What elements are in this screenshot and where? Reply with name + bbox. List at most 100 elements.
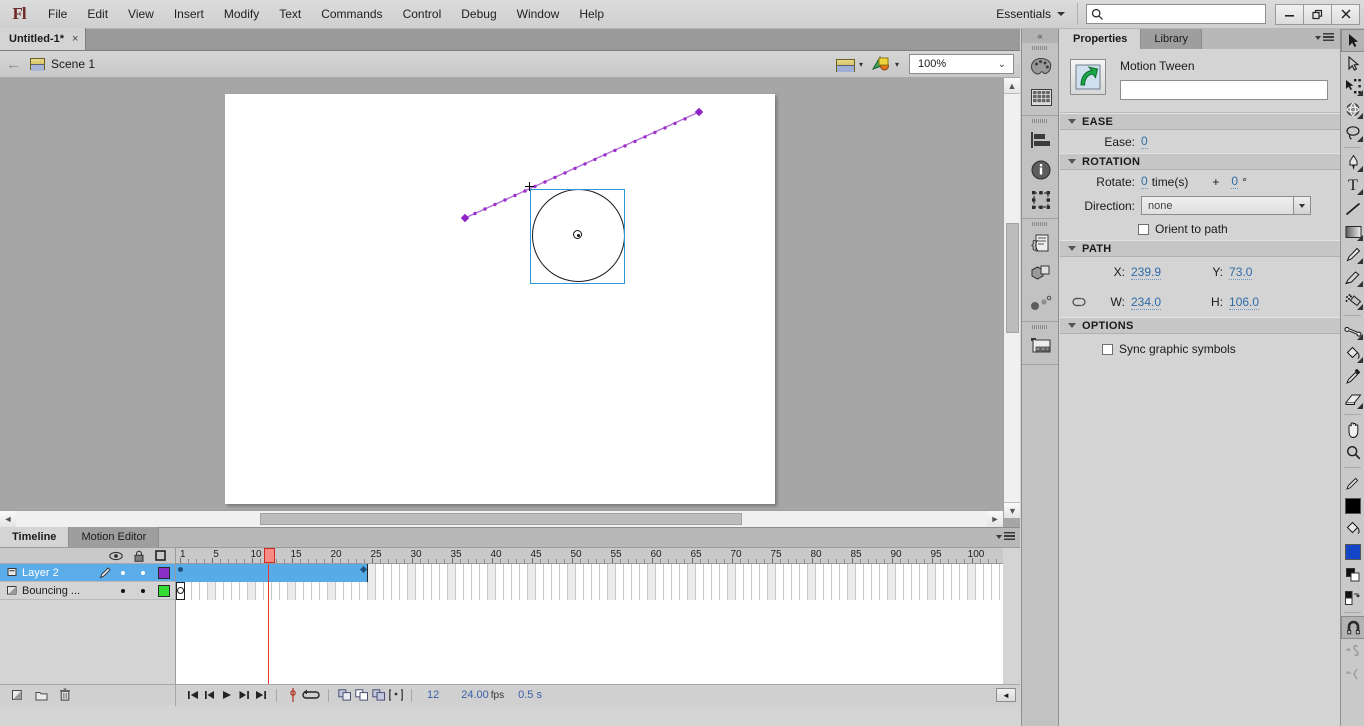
frame-cell[interactable] <box>208 582 216 600</box>
go-to-first-frame-button[interactable] <box>184 687 201 704</box>
modify-onion-markers-icon[interactable] <box>387 687 404 704</box>
stroke-color-swatch[interactable] <box>1341 494 1364 517</box>
horizontal-scroll-thumb[interactable] <box>260 513 742 525</box>
back-arrow-icon[interactable]: ← <box>6 56 21 73</box>
frame-cell[interactable] <box>976 582 984 600</box>
frame-cell[interactable] <box>424 582 432 600</box>
frame-cell[interactable] <box>832 564 840 582</box>
frame-cell[interactable] <box>536 564 544 582</box>
timeline-panel-menu-icon[interactable] <box>996 532 1015 541</box>
frame-cell[interactable] <box>840 582 848 600</box>
section-header-path[interactable]: PATH <box>1060 240 1340 257</box>
frame-cell[interactable] <box>608 582 616 600</box>
step-forward-button[interactable] <box>235 687 252 704</box>
frame-cell[interactable] <box>736 582 744 600</box>
frame-cell[interactable] <box>184 582 192 600</box>
frame-cell[interactable] <box>488 582 496 600</box>
layer-lock-toggle[interactable] <box>133 589 153 593</box>
frame-cell[interactable] <box>288 582 296 600</box>
document-tab-untitled-1[interactable]: Untitled-1* × <box>0 28 86 50</box>
menu-text[interactable]: Text <box>269 0 311 29</box>
frame-cell[interactable] <box>728 582 736 600</box>
frame-cell[interactable] <box>856 564 864 582</box>
frame-cell[interactable] <box>912 564 920 582</box>
frame-cell[interactable] <box>232 582 240 600</box>
frame-cell[interactable] <box>928 582 936 600</box>
spray-brush-tool[interactable] <box>1341 289 1364 312</box>
search-box[interactable] <box>1086 4 1266 24</box>
frame-cell[interactable] <box>792 564 800 582</box>
frame-cell[interactable] <box>688 564 696 582</box>
menu-insert[interactable]: Insert <box>164 0 214 29</box>
frame-cell[interactable] <box>896 582 904 600</box>
frame-cell[interactable] <box>656 582 664 600</box>
frame-cell[interactable] <box>608 564 616 582</box>
frame-cell[interactable] <box>624 564 632 582</box>
eyedropper-tool[interactable] <box>1341 365 1364 388</box>
frame-cell[interactable] <box>936 582 944 600</box>
orient-to-path-row[interactable]: Orient to path <box>1060 218 1340 240</box>
section-header-options[interactable]: OPTIONS <box>1060 317 1340 334</box>
zoom-level-select[interactable]: 100% ⌄ <box>909 54 1014 74</box>
frame-cell[interactable] <box>464 564 472 582</box>
vertical-scroll-thumb[interactable] <box>1006 223 1019 333</box>
scroll-left-button[interactable]: ◄ <box>0 511 16 527</box>
path-w-value[interactable]: 234.0 <box>1131 295 1161 310</box>
frame-cell[interactable] <box>920 582 928 600</box>
scroll-right-button[interactable]: ► <box>987 511 1003 527</box>
section-header-ease[interactable]: EASE <box>1060 113 1340 130</box>
panel-grip[interactable] <box>1022 219 1058 228</box>
onion-skin-outlines-icon[interactable] <box>353 687 370 704</box>
rectangle-tool[interactable] <box>1341 220 1364 243</box>
frame-cell[interactable] <box>768 564 776 582</box>
frame-cell[interactable] <box>952 564 960 582</box>
frame-cell[interactable] <box>392 582 400 600</box>
frame-cell[interactable] <box>728 564 736 582</box>
scene-name-label[interactable]: Scene 1 <box>51 57 95 71</box>
frame-cell[interactable] <box>488 564 496 582</box>
frame-cell[interactable] <box>888 564 896 582</box>
frame-cell[interactable] <box>656 564 664 582</box>
eraser-tool[interactable] <box>1341 388 1364 411</box>
frame-cell[interactable] <box>432 564 440 582</box>
frame-cell[interactable] <box>992 582 1000 600</box>
frame-cell[interactable] <box>384 582 392 600</box>
frame-cell[interactable] <box>376 582 384 600</box>
frame-cell[interactable] <box>896 564 904 582</box>
frame-cell[interactable] <box>528 582 536 600</box>
frame-cell[interactable] <box>872 582 880 600</box>
frame-cell[interactable] <box>272 582 280 600</box>
frame-cell[interactable] <box>704 582 712 600</box>
frame-cell[interactable] <box>784 564 792 582</box>
panel-grip[interactable] <box>1022 322 1058 331</box>
sync-graphic-symbols-checkbox[interactable] <box>1102 344 1113 355</box>
frame-cell[interactable] <box>216 582 224 600</box>
tab-motion-editor[interactable]: Motion Editor <box>69 527 159 547</box>
step-back-button[interactable] <box>201 687 218 704</box>
frame-cell[interactable] <box>408 582 416 600</box>
timeline-ruler[interactable]: 1 5 10 15 20 25 30 35 40 45 50 55 60 65 … <box>176 548 1003 564</box>
frame-cell[interactable] <box>392 564 400 582</box>
frame-cell[interactable] <box>280 582 288 600</box>
frame-cell[interactable] <box>464 582 472 600</box>
frame-cell[interactable] <box>688 582 696 600</box>
chevron-down-icon[interactable] <box>1293 197 1310 214</box>
frame-cell[interactable] <box>752 582 760 600</box>
frame-cell[interactable] <box>448 564 456 582</box>
frame-cell[interactable] <box>776 582 784 600</box>
frame-cell[interactable] <box>664 564 672 582</box>
swatches-panel-icon[interactable] <box>1022 82 1060 112</box>
frame-cell[interactable] <box>976 564 984 582</box>
frame-cell[interactable] <box>848 564 856 582</box>
layer-row-bouncing[interactable]: Bouncing ... <box>0 582 175 600</box>
panel-grip[interactable] <box>1022 116 1058 125</box>
frame-cell[interactable] <box>712 564 720 582</box>
stroke-color-value[interactable] <box>1345 498 1361 514</box>
panel-grip[interactable] <box>1022 43 1058 52</box>
frame-cell[interactable] <box>792 582 800 600</box>
frame-cell[interactable] <box>328 582 336 600</box>
tab-timeline[interactable]: Timeline <box>0 527 69 547</box>
panel-menu-icon[interactable] <box>1315 33 1334 42</box>
frame-cell[interactable] <box>640 582 648 600</box>
fill-color-swatch[interactable] <box>1341 540 1364 563</box>
